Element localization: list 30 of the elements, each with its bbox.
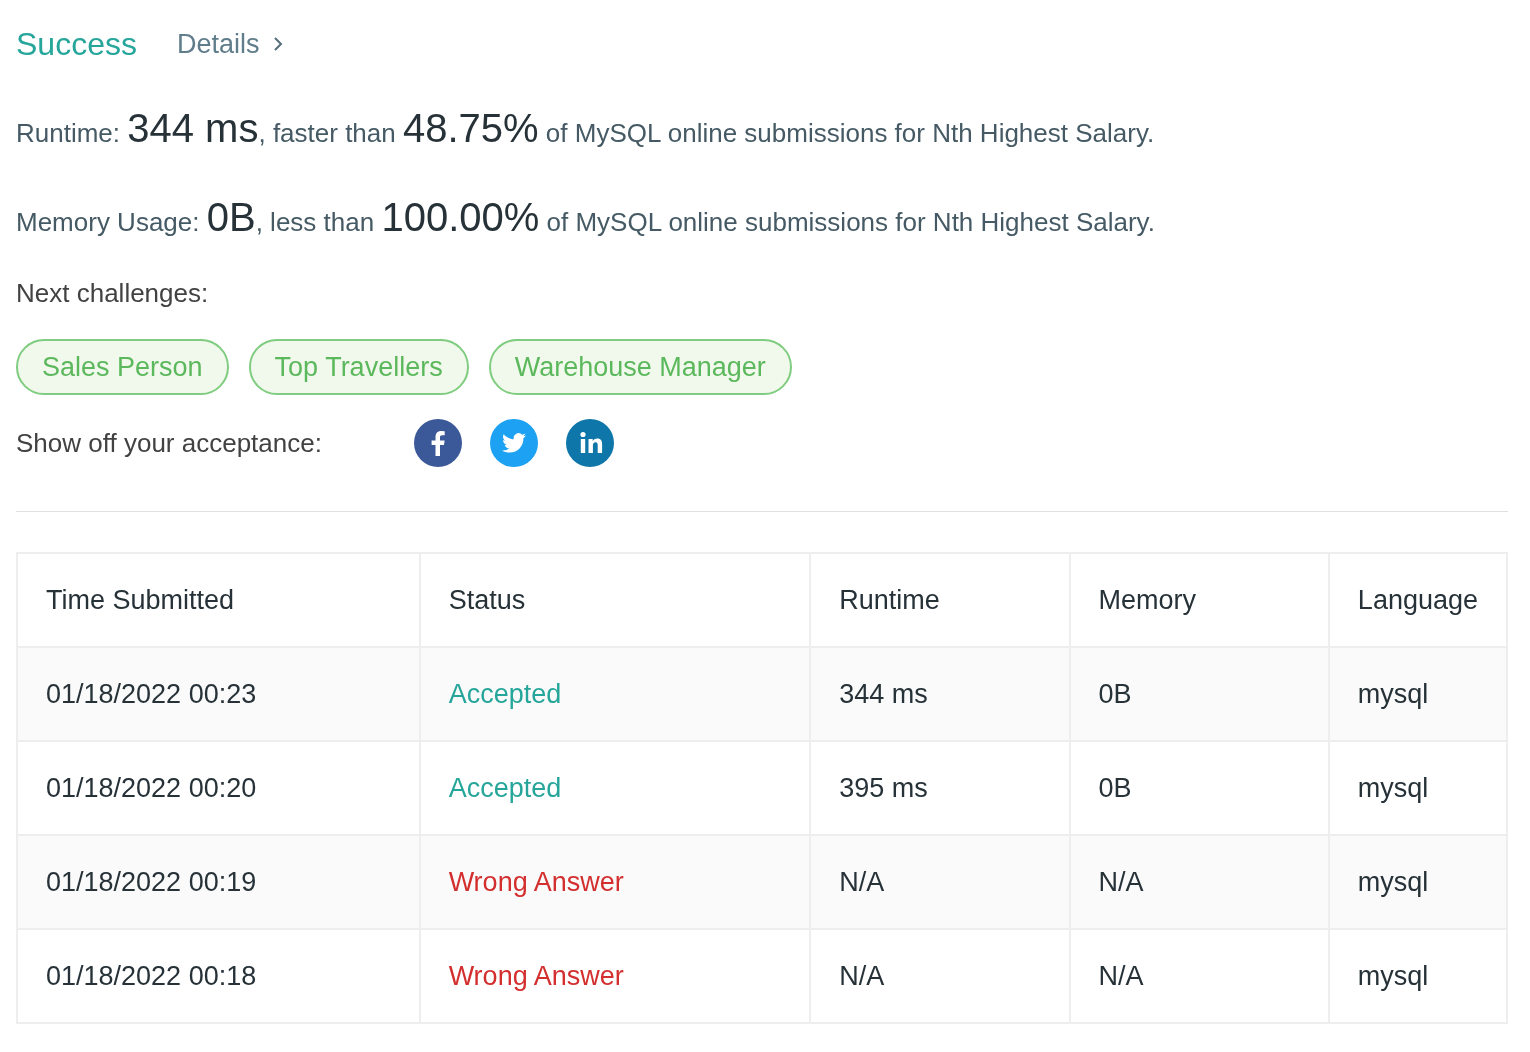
column-header: Time Submitted <box>17 553 420 647</box>
status-cell[interactable]: Wrong Answer <box>419 835 811 929</box>
table-cell: N/A <box>810 835 1070 929</box>
challenge-tag[interactable]: Warehouse Manager <box>488 339 792 395</box>
table-cell: mysql <box>1328 647 1507 741</box>
column-header: Status <box>419 553 811 647</box>
linkedin-icon[interactable] <box>566 419 614 467</box>
challenge-tag[interactable]: Sales Person <box>16 339 229 395</box>
runtime-summary: Runtime: 344 ms, faster than 48.75% of MySQL online submissions for Nth Highest Salary. <box>16 105 1156 152</box>
facebook-icon[interactable] <box>414 419 462 467</box>
table-cell: 01/18/2022 00:19 <box>17 835 420 929</box>
table-cell: 344 ms <box>810 647 1070 741</box>
status-cell[interactable]: Accepted <box>419 647 811 741</box>
memory-summary: Memory Usage: 0B, less than 100.00% of MySQL online submissions for Nth Highest Salary. <box>16 194 1156 241</box>
challenge-tag[interactable]: Top Travellers <box>248 339 469 395</box>
table-cell: mysql <box>1328 835 1507 929</box>
result-status: Success <box>16 25 137 63</box>
table-cell: 01/18/2022 00:23 <box>17 647 420 741</box>
table-cell: N/A <box>1069 929 1329 1023</box>
table-cell: N/A <box>1069 835 1329 929</box>
table-cell: 01/18/2022 00:18 <box>17 929 420 1023</box>
table-cell: mysql <box>1328 929 1507 1023</box>
table-cell: N/A <box>810 929 1070 1023</box>
twitter-bird-icon[interactable] <box>490 419 538 467</box>
table-cell: 0B <box>1069 647 1329 741</box>
chevron-right-icon <box>273 36 284 52</box>
share-label: Show off your acceptance: <box>16 427 323 459</box>
details-link[interactable]: Details <box>176 28 284 60</box>
status-cell[interactable]: Wrong Answer <box>419 929 811 1023</box>
next-challenges-label: Next challenges: <box>16 278 210 309</box>
